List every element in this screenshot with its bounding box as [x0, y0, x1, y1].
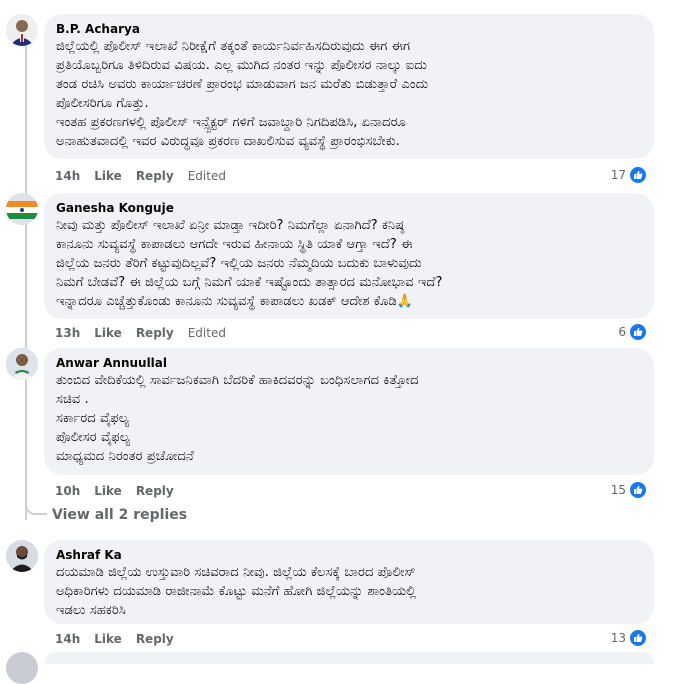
likes-count: 13: [610, 631, 626, 645]
person-photo-icon: [6, 348, 38, 380]
comment-text: ಜಿಲ್ಲೆಯಲ್ಲಿ ಪೊಲೀಸ್ ಇಲಾಖೆ ನಿರೀಕ್ಷೆಗೆ ತಕ್ಕ…: [56, 39, 429, 149]
comment-bubble: Ashraf Ka ದಯಮಾಡಿ ಜಿಲ್ಲೆಯ ಉಸ್ತುವಾರಿ ಸಚಿವರ…: [44, 540, 654, 624]
person-photo-icon: [6, 14, 38, 46]
likes-count: 15: [610, 483, 626, 497]
reply-button[interactable]: Reply: [136, 632, 174, 646]
comment-bubble: Ganesha Konguje ನೀವು ಮತ್ತು ಪೊಲೀಸ್ ಇಲಾಖೆ …: [44, 193, 654, 319]
comment-author[interactable]: B.P. Acharya: [56, 21, 642, 37]
comment-time[interactable]: 10h: [55, 484, 80, 498]
person-photo-icon: [6, 540, 38, 572]
edited-label: Edited: [187, 326, 226, 340]
reply-button[interactable]: Reply: [136, 169, 174, 183]
flag-photo-icon: [6, 193, 38, 225]
thread-line: [25, 40, 27, 520]
edited-label: Edited: [187, 169, 226, 183]
likes-count: 6: [618, 325, 626, 339]
reply-connector: [25, 497, 47, 515]
reaction-count[interactable]: 17: [611, 166, 647, 184]
comment-bubble: Anwar Annuullal ತುಂಬಿದ ವೇದಿಕೆಯಲ್ಲಿ ಸಾರ್ವ…: [44, 348, 654, 475]
reply-button[interactable]: Reply: [136, 326, 174, 340]
avatar[interactable]: [6, 540, 38, 572]
next-comment-bubble: [44, 652, 654, 664]
comment-author[interactable]: Anwar Annuullal: [56, 355, 642, 371]
like-button[interactable]: Like: [94, 632, 122, 646]
view-all-replies-link[interactable]: View all 2 replies: [52, 507, 187, 523]
thumbs-up-icon: [629, 323, 647, 341]
comment-time[interactable]: 14h: [55, 169, 80, 183]
comment-actions: 10h Like Reply: [55, 484, 188, 498]
reaction-count[interactable]: 15: [611, 481, 647, 499]
avatar[interactable]: [6, 193, 38, 225]
thumbs-up-icon: [629, 166, 647, 184]
comment-text: ದಯಮಾಡಿ ಜಿಲ್ಲೆಯ ಉಸ್ತುವಾರಿ ಸಚಿವರಾದ ನೀವು. ಜ…: [56, 565, 417, 618]
comment-bubble: B.P. Acharya ಜಿಲ್ಲೆಯಲ್ಲಿ ಪೊಲೀಸ್ ಇಲಾಖೆ ನಿ…: [44, 14, 654, 159]
like-button[interactable]: Like: [94, 169, 122, 183]
like-button[interactable]: Like: [94, 326, 122, 340]
comment-time[interactable]: 14h: [55, 632, 80, 646]
comment-author[interactable]: Ganesha Konguje: [56, 200, 642, 216]
thumbs-up-icon: [629, 629, 647, 647]
comment-author[interactable]: Ashraf Ka: [56, 547, 642, 563]
comment-actions: 14h Like Reply Edited: [55, 169, 240, 183]
comment-actions: 14h Like Reply: [55, 632, 188, 646]
avatar[interactable]: [6, 348, 38, 380]
thumbs-up-icon: [629, 481, 647, 499]
likes-count: 17: [610, 168, 626, 182]
comment-actions: 13h Like Reply Edited: [55, 326, 240, 340]
comment-text: ನೀವು ಮತ್ತು ಪೊಲೀಸ್ ಇಲಾಖೆ ಏನ್ರೀ ಮಾಡ್ತಾ ಇದೀ…: [56, 218, 443, 309]
like-button[interactable]: Like: [94, 484, 122, 498]
comment-text: ತುಂಬಿದ ವೇದಿಕೆಯಲ್ಲಿ ಸಾರ್ವಜನಿಕವಾಗಿ ಬೆದರಿಕೆ…: [56, 373, 419, 464]
reaction-count[interactable]: 6: [618, 323, 647, 341]
avatar[interactable]: [6, 14, 38, 46]
comment-time[interactable]: 13h: [55, 326, 80, 340]
reaction-count[interactable]: 13: [611, 629, 647, 647]
reply-button[interactable]: Reply: [136, 484, 174, 498]
